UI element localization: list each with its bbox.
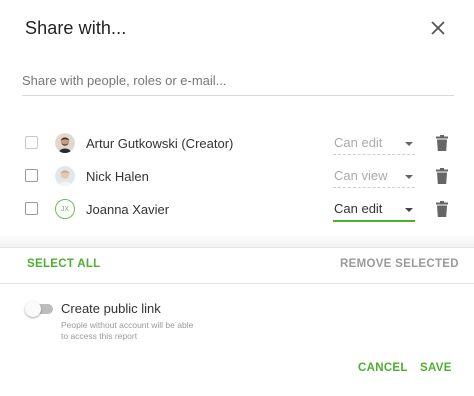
- dialog-title: Share with...: [25, 18, 127, 38]
- avatar: JX: [55, 199, 75, 219]
- permission-value: Can edit: [334, 201, 383, 216]
- permission-value: Can view: [334, 168, 388, 183]
- select-all-button[interactable]: SELECT ALL: [27, 258, 101, 270]
- divider: [0, 247, 474, 248]
- list-scroll-shadow: [0, 234, 474, 248]
- select-underline: [333, 187, 415, 188]
- public-link-helper: People without account will be able to a…: [61, 320, 194, 341]
- member-name: Nick Halen: [86, 169, 149, 184]
- member-checkbox[interactable]: [25, 169, 38, 182]
- public-link-label: Create public link: [61, 301, 161, 316]
- toggle-knob: [25, 301, 41, 317]
- member-checkbox[interactable]: [25, 202, 38, 215]
- share-search-input[interactable]: [22, 66, 454, 96]
- trash-icon[interactable]: [435, 201, 449, 217]
- member-checkbox[interactable]: [25, 136, 38, 149]
- member-row: Artur Gutkowski (Creator) Can edit: [0, 126, 474, 160]
- public-link-toggle[interactable]: [25, 301, 53, 317]
- save-button[interactable]: SAVE: [420, 362, 452, 374]
- permission-select[interactable]: Can edit: [333, 133, 415, 155]
- trash-icon[interactable]: [435, 135, 449, 151]
- chevron-down-icon: [405, 175, 413, 179]
- select-underline: [333, 154, 415, 155]
- share-dialog: Share with... Artur Gutkowski (Creator): [0, 0, 474, 396]
- permission-value: Can edit: [334, 135, 383, 150]
- remove-selected-button[interactable]: REMOVE SELECTED: [340, 258, 459, 270]
- select-underline: [333, 220, 415, 222]
- member-row: JX Joanna Xavier Can edit: [0, 192, 474, 226]
- cancel-button[interactable]: CANCEL: [358, 362, 408, 374]
- member-name: Artur Gutkowski (Creator): [86, 136, 234, 151]
- divider: [0, 283, 474, 284]
- avatar: [55, 166, 75, 186]
- chevron-down-icon: [405, 208, 413, 212]
- close-icon[interactable]: [428, 18, 448, 38]
- avatar: [55, 133, 75, 153]
- member-name: Joanna Xavier: [86, 202, 170, 217]
- permission-select[interactable]: Can view: [333, 166, 415, 188]
- member-row: Nick Halen Can view: [0, 159, 474, 193]
- trash-icon[interactable]: [435, 168, 449, 184]
- chevron-down-icon: [405, 142, 413, 146]
- permission-select[interactable]: Can edit: [333, 199, 415, 222]
